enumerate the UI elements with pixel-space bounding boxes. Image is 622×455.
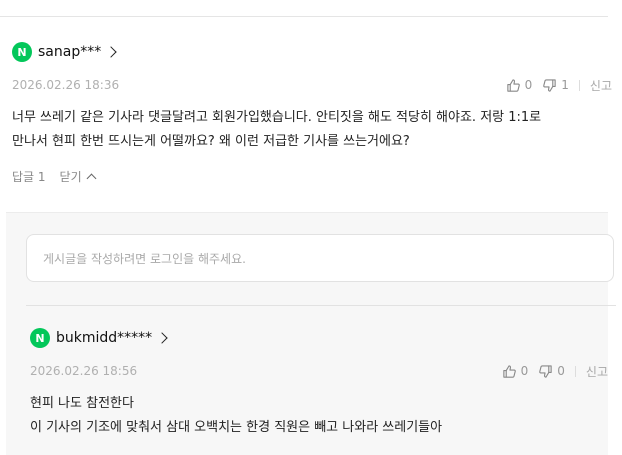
like-button[interactable]: 0 bbox=[506, 78, 533, 93]
comment-meta: 2026.02.26 18:56 0 0 신고 bbox=[30, 362, 608, 380]
like-count: 0 bbox=[524, 78, 533, 92]
report-button[interactable]: 신고 bbox=[590, 77, 612, 94]
close-replies-button[interactable]: 닫기 bbox=[60, 168, 82, 185]
reply-input-placeholder: 게시글을 작성하려면 로그인을 해주세요. bbox=[43, 251, 246, 266]
thumbs-down-icon bbox=[543, 78, 556, 92]
reply-count-button[interactable]: 답글 1 bbox=[12, 168, 46, 185]
comment-actions: 0 1 신고 bbox=[506, 77, 612, 94]
thumbs-up-icon bbox=[502, 364, 516, 378]
author-name[interactable]: bukmidd***** bbox=[56, 330, 152, 346]
thumbs-down-icon bbox=[539, 364, 552, 378]
like-count: 0 bbox=[520, 364, 529, 378]
timestamp: 2026.02.26 18:56 bbox=[30, 364, 138, 378]
naver-badge-icon: N bbox=[12, 42, 32, 62]
comment-actions: 0 0 신고 bbox=[502, 363, 608, 380]
reply-input[interactable]: 게시글을 작성하려면 로그인을 해주세요. bbox=[26, 234, 614, 282]
comment-meta: 2026.02.26 18:36 0 1 신고 bbox=[12, 76, 612, 94]
divider bbox=[0, 16, 608, 17]
divider bbox=[26, 305, 616, 306]
dislike-button[interactable]: 1 bbox=[542, 78, 569, 93]
author-row[interactable]: N bukmidd***** bbox=[30, 326, 608, 350]
comment-body: 현피 나도 참전한다 이 기사의 기조에 맞춰서 삼대 오백치는 한경 직원은 … bbox=[30, 396, 443, 435]
separator bbox=[574, 365, 576, 377]
report-button[interactable]: 신고 bbox=[586, 363, 608, 380]
dislike-count: 1 bbox=[561, 78, 569, 92]
comment: N sanap*** 2026.02.26 18:36 0 1 신고 너무 쓰레… bbox=[12, 40, 612, 185]
dislike-button[interactable]: 0 bbox=[538, 364, 565, 379]
thumbs-up-icon bbox=[506, 78, 520, 92]
reply-comment: N bukmidd***** 2026.02.26 18:56 0 0 신고 현… bbox=[30, 326, 608, 440]
timestamp: 2026.02.26 18:36 bbox=[12, 78, 120, 92]
comment-body: 너무 쓰레기 같은 기사라 댓글달려고 회원가입했습니다. 안티짓을 해도 적당… bbox=[12, 110, 542, 149]
reply-controls: 답글 1 닫기 bbox=[12, 168, 612, 185]
like-button[interactable]: 0 bbox=[502, 364, 529, 379]
chevron-right-icon[interactable] bbox=[156, 332, 168, 344]
author-name[interactable]: sanap*** bbox=[38, 44, 101, 60]
separator bbox=[578, 79, 580, 91]
comment-section: N sanap*** 2026.02.26 18:36 0 1 신고 너무 쓰레… bbox=[0, 0, 622, 455]
author-row[interactable]: N sanap*** bbox=[12, 40, 612, 64]
chevron-up-icon[interactable] bbox=[86, 173, 97, 184]
naver-badge-icon: N bbox=[30, 328, 50, 348]
chevron-right-icon[interactable] bbox=[105, 46, 117, 58]
dislike-count: 0 bbox=[557, 364, 565, 378]
